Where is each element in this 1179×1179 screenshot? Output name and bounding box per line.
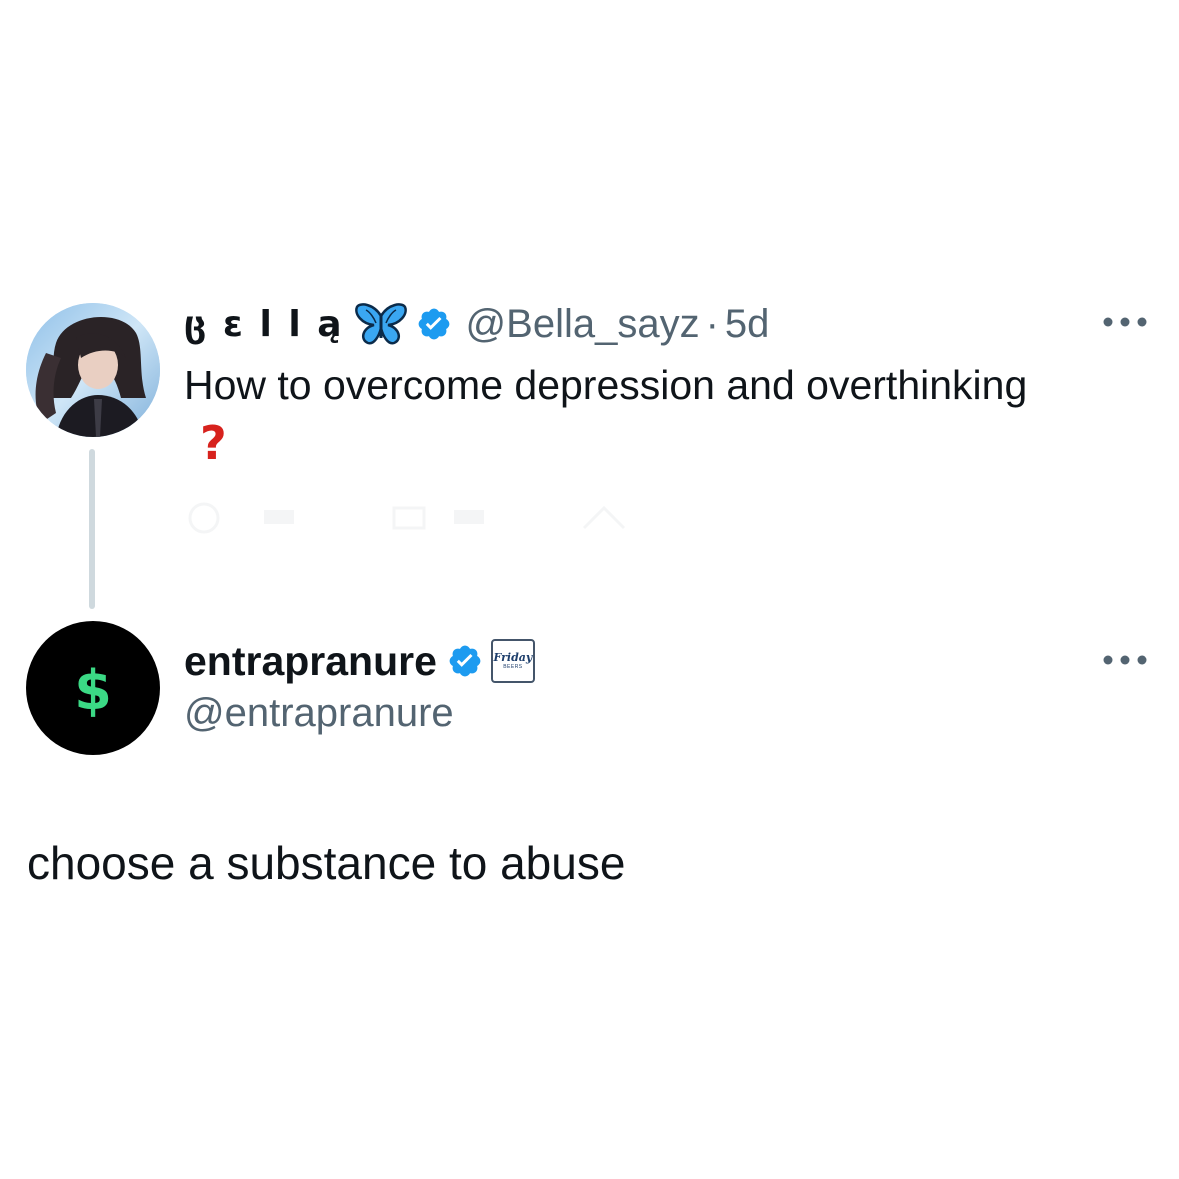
display-name-entrapranure[interactable]: entrapranure — [184, 638, 437, 685]
parent-tweet-header: ც ε l l ą @Bella_sayz · 5d — [184, 300, 769, 348]
butterfly-icon — [354, 302, 408, 346]
affiliate-badge-line1: Friday — [493, 651, 533, 664]
more-options-icon[interactable] — [1102, 653, 1148, 667]
more-options-icon[interactable] — [1102, 315, 1148, 329]
affiliate-badge-icon[interactable]: Friday BEERS — [490, 639, 535, 683]
affiliate-badge-line2: BEERS — [503, 664, 523, 670]
parent-tweet-text: How to overcome depression and overthink… — [184, 362, 1028, 408]
reply-tweet-text: choose a substance to abuse — [27, 837, 626, 889]
separator-dot: · — [705, 301, 719, 346]
question-mark-icon: ? — [200, 416, 227, 470]
thread-connector-line — [89, 449, 95, 609]
verified-badge-icon[interactable] — [416, 306, 452, 342]
verified-badge-icon[interactable] — [447, 643, 483, 679]
handle-bella[interactable]: @Bella_sayz — [466, 302, 700, 347]
avatar-photo — [26, 303, 160, 437]
dollar-icon: $ — [74, 658, 112, 722]
timestamp[interactable]: 5d — [725, 302, 770, 347]
tweet-actions-faded — [188, 502, 626, 534]
avatar-bella[interactable] — [26, 303, 160, 437]
reply-tweet-header: entrapranure Friday BEERS — [184, 634, 535, 688]
avatar-entrapranure[interactable]: $ — [26, 621, 160, 755]
display-name-bella[interactable]: ც ε l l ą — [184, 304, 344, 345]
handle-entrapranure[interactable]: @entrapranure — [184, 691, 454, 736]
